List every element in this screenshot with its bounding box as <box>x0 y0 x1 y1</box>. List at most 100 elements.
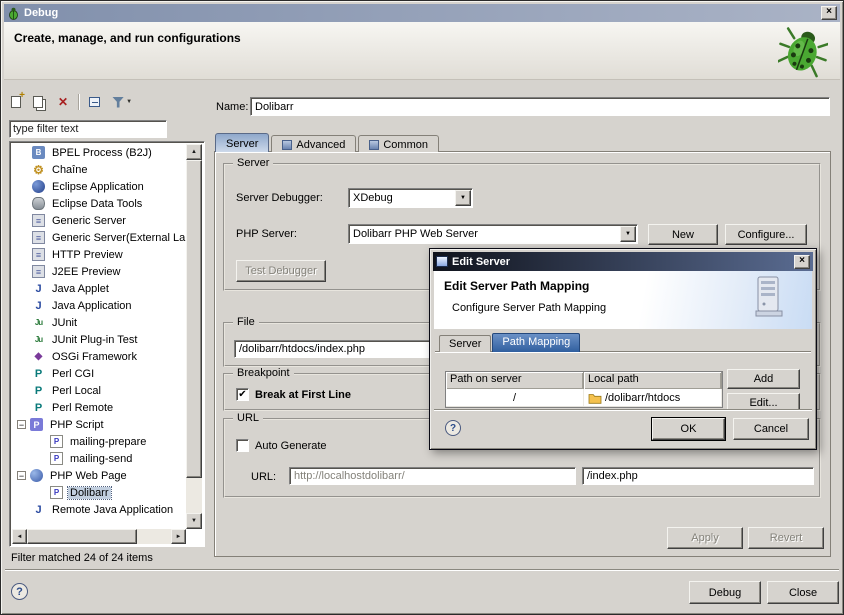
tree-item-java-applet[interactable]: Java Applet <box>12 280 186 297</box>
tree-horizontal-scrollbar[interactable]: ◄ ► <box>12 529 186 544</box>
cancel-button[interactable]: Cancel <box>733 418 809 440</box>
tree-item-osgi-framework[interactable]: OSGi Framework <box>12 348 186 365</box>
perl-icon <box>32 401 45 414</box>
php-file-icon <box>50 486 63 499</box>
tree-item-junit-plugin-test[interactable]: JUnit Plug-in Test <box>12 331 186 348</box>
tab-common[interactable]: Common <box>358 135 439 152</box>
tree-item-chaine[interactable]: Chaîne <box>12 161 186 178</box>
name-input[interactable] <box>250 97 830 116</box>
configure-server-button[interactable]: Configure... <box>725 224 807 245</box>
dialog-tabs: Server Path Mapping <box>439 333 581 352</box>
tree-item-perl-remote[interactable]: Perl Remote <box>12 399 186 416</box>
test-debugger-button: Test Debugger <box>236 260 326 282</box>
tree-item-mailing-send[interactable]: mailing-send <box>12 450 186 467</box>
scroll-left-arrow[interactable]: ◄ <box>12 529 27 544</box>
break-at-first-line-checkbox[interactable] <box>236 388 249 401</box>
tree-item-php-script[interactable]: PHP Script <box>12 416 186 433</box>
new-server-button[interactable]: New <box>648 224 718 245</box>
filter-button[interactable]: ▼ <box>110 95 134 110</box>
new-config-icon <box>11 96 21 108</box>
delete-configuration-button[interactable] <box>56 93 70 111</box>
server-icon <box>32 265 45 278</box>
column-path-on-server[interactable]: Path on server <box>446 372 584 389</box>
scroll-right-arrow[interactable]: ► <box>171 529 186 544</box>
config-toolbar: ▼ <box>9 90 205 114</box>
dialog-tab-server[interactable]: Server <box>439 335 491 352</box>
tree-item-perl-cgi[interactable]: Perl CGI <box>12 365 186 382</box>
breakpoint-group-title: Breakpoint <box>233 367 294 379</box>
debug-configurations-window: Debug Create, manage, and run configurat… <box>0 0 844 615</box>
tab-advanced[interactable]: Advanced <box>271 135 356 152</box>
ok-button[interactable]: OK <box>652 418 725 440</box>
collapse-all-button[interactable] <box>87 95 102 109</box>
auto-generate-checkbox[interactable] <box>236 439 249 452</box>
debug-button[interactable]: Debug <box>689 581 761 604</box>
tab-server[interactable]: Server <box>215 133 269 152</box>
new-configuration-button[interactable] <box>9 94 23 110</box>
column-local-path[interactable]: Local path <box>584 372 722 389</box>
path-mapping-table: Path on server Local path / /dolibarr/ht… <box>445 371 723 408</box>
server-icon <box>32 248 45 261</box>
revert-button: Revert <box>748 527 824 549</box>
dialog-window-icon <box>436 256 448 267</box>
footer-separator <box>5 569 839 571</box>
java-icon <box>32 282 45 295</box>
dialog-help-button[interactable]: ? <box>445 420 461 436</box>
tree-item-eclipse-data-tools[interactable]: Eclipse Data Tools <box>12 195 186 212</box>
banner-title: Create, manage, and run configurations <box>14 31 241 45</box>
duplicate-configuration-button[interactable] <box>31 94 48 110</box>
add-mapping-button[interactable]: Add <box>727 369 800 389</box>
file-group-title: File <box>233 316 259 328</box>
help-button[interactable]: ? <box>11 583 28 600</box>
dialog-tab-path-mapping[interactable]: Path Mapping <box>492 333 580 352</box>
name-label: Name: <box>216 101 248 113</box>
eclipse-icon <box>32 180 45 193</box>
horizontal-scrollbar-thumb[interactable] <box>27 529 137 544</box>
tree-item-eclipse-application[interactable]: Eclipse Application <box>12 178 186 195</box>
scroll-down-arrow[interactable]: ▼ <box>186 513 202 529</box>
perl-icon <box>32 367 45 380</box>
banner: Create, manage, and run configurations <box>4 22 840 80</box>
java-icon <box>32 299 45 312</box>
bug-icon <box>778 24 828 80</box>
vertical-scrollbar-thumb[interactable] <box>186 160 202 478</box>
bpel-icon <box>32 146 45 159</box>
tree-vertical-scrollbar[interactable]: ▲ ▼ <box>186 144 202 529</box>
collapse-expander-icon[interactable] <box>17 471 26 480</box>
url-group-title: URL <box>233 412 263 424</box>
window-titlebar[interactable]: Debug <box>4 4 840 22</box>
url-path-input[interactable] <box>582 467 814 485</box>
tree-item-perl-local[interactable]: Perl Local <box>12 382 186 399</box>
php-server-select[interactable]: Dolibarr PHP Web Server <box>348 224 638 244</box>
filter-input[interactable] <box>9 120 167 138</box>
tree-item-generic-server-external[interactable]: Generic Server(External La <box>12 229 186 246</box>
chain-icon <box>32 163 45 176</box>
dropdown-arrow-icon[interactable] <box>455 190 471 206</box>
table-row[interactable]: / /dolibarr/htdocs <box>446 389 722 407</box>
dialog-subheading: Configure Server Path Mapping <box>452 302 606 314</box>
php-file-icon <box>50 435 63 448</box>
php-script-icon <box>30 418 43 431</box>
tree-item-j2ee-preview[interactable]: J2EE Preview <box>12 263 186 280</box>
tree-item-junit[interactable]: JUnit <box>12 314 186 331</box>
php-web-page-icon <box>30 469 43 482</box>
tree-item-generic-server[interactable]: Generic Server <box>12 212 186 229</box>
tree-item-remote-java-application[interactable]: Remote Java Application <box>12 501 186 518</box>
dialog-titlebar[interactable]: Edit Server <box>433 252 813 271</box>
window-close-button[interactable] <box>821 6 837 20</box>
scroll-up-arrow[interactable]: ▲ <box>186 144 202 160</box>
collapse-expander-icon[interactable] <box>17 420 26 429</box>
tree-item-dolibarr[interactable]: Dolibarr <box>12 484 186 501</box>
close-button[interactable]: Close <box>767 581 839 604</box>
dropdown-arrow-icon[interactable] <box>620 226 636 242</box>
server-debugger-select[interactable]: XDebug <box>348 188 473 208</box>
dialog-banner: Edit Server Path Mapping Configure Serve… <box>434 271 812 329</box>
dialog-close-button[interactable] <box>794 255 810 269</box>
tree-item-http-preview[interactable]: HTTP Preview <box>12 246 186 263</box>
tree-item-java-application[interactable]: Java Application <box>12 297 186 314</box>
duplicate-icon <box>33 96 43 108</box>
dialog-heading: Edit Server Path Mapping <box>444 279 589 293</box>
tree-item-mailing-prepare[interactable]: mailing-prepare <box>12 433 186 450</box>
tree-item-bpel-process[interactable]: BPEL Process (B2J) <box>12 144 186 161</box>
tree-item-php-web-page[interactable]: PHP Web Page <box>12 467 186 484</box>
